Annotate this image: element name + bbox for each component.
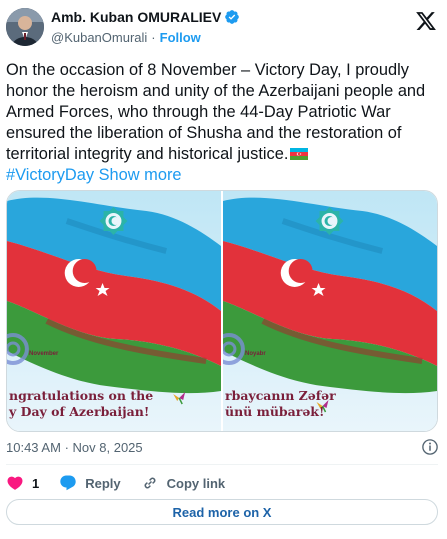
reply-label: Reply	[85, 475, 121, 491]
reply-bubble-icon	[60, 475, 76, 491]
name-row: Amb. Kuban OMURALIEV	[51, 9, 240, 25]
media-small-label: November	[29, 351, 59, 357]
media-caption-line2: ünü mübarək!	[225, 404, 325, 419]
like-count: 1	[32, 475, 40, 491]
author-name[interactable]: Amb. Kuban OMURALIEV	[51, 9, 221, 25]
copy-link-button[interactable]: Copy link	[141, 474, 226, 492]
separator-dot: ·	[151, 30, 156, 45]
media-image-2[interactable]: Noyabr rbaycanın Zəfər ünü mübarək!	[223, 191, 437, 431]
avatar[interactable]	[6, 8, 44, 46]
copy-link-label: Copy link	[166, 475, 226, 491]
media-caption-line2: y Day of Azerbaijan!	[9, 404, 150, 419]
media-grid: November ngratulations on the y Day of A…	[6, 190, 438, 432]
hashtag-link[interactable]: #VictoryDay	[6, 166, 94, 184]
divider	[6, 464, 438, 465]
read-more-button[interactable]: Read more on X	[6, 499, 438, 525]
media-image-1[interactable]: November ngratulations on the y Day of A…	[7, 191, 221, 431]
tweet-card: Amb. Kuban OMURALIEV @KubanOmurali · Fol…	[0, 0, 447, 539]
verified-badge-icon	[224, 9, 240, 25]
tweet-timestamp[interactable]: 10:43 AM · Nov 8, 2025	[6, 440, 143, 455]
follow-button[interactable]: Follow	[160, 30, 201, 45]
azerbaijan-flag-emoji-icon	[290, 145, 309, 160]
tweet-time: 10:43 AM	[6, 440, 61, 455]
show-more-link[interactable]: Show more	[99, 166, 182, 184]
tweet-header: Amb. Kuban OMURALIEV @KubanOmurali · Fol…	[6, 6, 441, 50]
x-logo-icon[interactable]	[415, 10, 437, 32]
link-icon	[144, 477, 156, 489]
tweet-date: Nov 8, 2025	[72, 440, 143, 455]
tweet-text: On the occasion of 8 November – Victory …	[6, 60, 438, 186]
tweet-body: On the occasion of 8 November – Victory …	[6, 61, 426, 163]
handle-row: @KubanOmurali · Follow	[51, 30, 201, 45]
author-handle[interactable]: @KubanOmurali	[51, 30, 147, 45]
media-small-label: Noyabr	[245, 351, 266, 357]
separator-dot: ·	[64, 440, 69, 455]
heart-icon	[7, 476, 23, 490]
info-icon[interactable]	[421, 438, 439, 456]
action-bar: 1 Reply Copy link	[6, 472, 245, 494]
reply-button[interactable]: Reply	[59, 474, 121, 492]
like-button[interactable]: 1	[6, 474, 39, 492]
